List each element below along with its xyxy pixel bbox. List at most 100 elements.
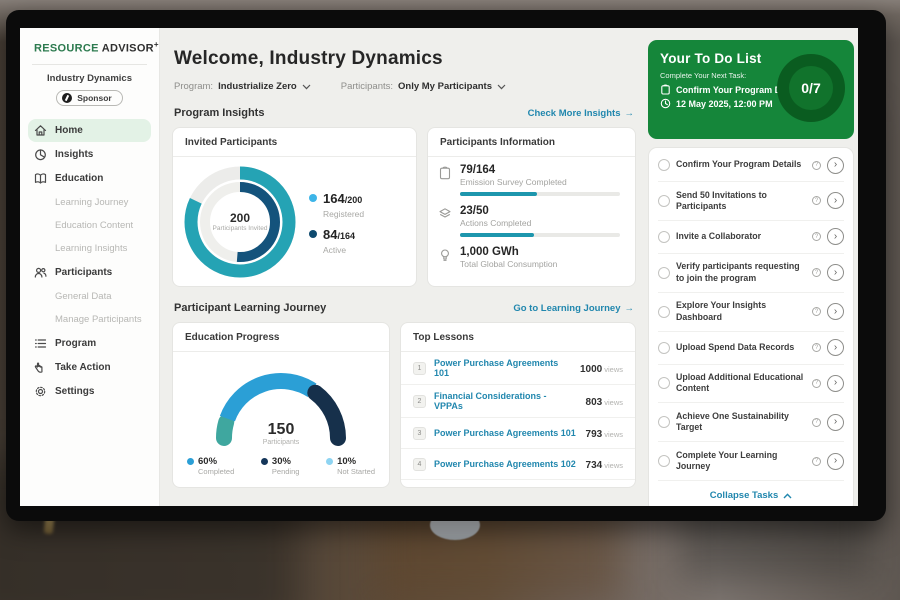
task-checkbox[interactable] <box>658 231 670 243</box>
lesson-link[interactable]: Power Purchase Agreements 102 <box>434 459 578 469</box>
task-open-button[interactable]: › <box>827 192 844 209</box>
chevron-down-icon <box>302 84 311 90</box>
dashboard-screen: RESOURCE ADVISOR+ Industry Dynamics Spon… <box>20 28 858 506</box>
legend-registered: 164/200 Registered <box>309 190 364 219</box>
task-item[interactable]: Complete Your Learning Journey ? › <box>658 442 844 481</box>
todo-progress-count: 0/7 <box>777 54 845 122</box>
sidebar-item-take-action[interactable]: Take Action <box>28 356 151 379</box>
task-item[interactable]: Send 50 Invitations to Participants ? › <box>658 182 844 221</box>
lesson-row[interactable]: 3 Power Purchase Agreements 101 793views <box>401 418 635 449</box>
program-label: Program: <box>174 81 213 92</box>
sidebar-item-education[interactable]: Education <box>28 167 151 190</box>
organization-name: Industry Dynamics <box>20 73 159 84</box>
filter-bar: Program: Industrialize Zero Participants… <box>174 81 636 92</box>
task-open-button[interactable]: › <box>827 375 844 392</box>
chevron-up-icon <box>783 493 792 499</box>
actions-progress-bar <box>460 233 620 237</box>
sponsor-label: Sponsor <box>77 93 111 103</box>
task-item[interactable]: Confirm Your Program Details ? › <box>658 149 844 182</box>
task-open-button[interactable]: › <box>827 303 844 320</box>
todo-panel: Your To Do List Complete Your Next Task:… <box>648 28 854 506</box>
hand-action-icon <box>34 361 47 374</box>
top-lessons-card: Top Lessons 1 Power Purchase Agreements … <box>400 322 636 488</box>
lesson-row[interactable]: 5 Power Purchase Agreements 103 600views <box>401 480 635 488</box>
home-icon <box>34 124 47 137</box>
task-open-button[interactable]: › <box>827 228 844 245</box>
registered-dot-icon <box>309 194 317 202</box>
sidebar-item-manage-participants[interactable]: Manage Participants <box>28 308 151 331</box>
people-icon <box>34 266 47 279</box>
task-checkbox[interactable] <box>658 267 670 279</box>
task-item[interactable]: Explore Your Insights Dashboard ? › <box>658 293 844 332</box>
go-to-learning-journey-link[interactable]: Go to Learning Journey → <box>513 303 634 314</box>
sidebar-nav: Home Insights Education Learning Journey… <box>20 119 159 403</box>
section-title: Program Insights <box>174 107 264 119</box>
task-open-button[interactable]: › <box>827 339 844 356</box>
emission-progress-bar <box>460 192 620 196</box>
task-checkbox[interactable] <box>658 195 670 207</box>
rank-badge: 1 <box>413 362 426 375</box>
lightbulb-icon <box>438 248 452 262</box>
learning-journey-header: Participant Learning Journey Go to Learn… <box>174 302 634 314</box>
book-icon <box>34 172 47 185</box>
sidebar-item-participants[interactable]: Participants <box>28 261 151 284</box>
task-checkbox[interactable] <box>658 377 670 389</box>
chevron-down-icon <box>497 84 506 90</box>
stat-actions-completed: 23/50 Actions Completed <box>438 205 621 237</box>
task-checkbox[interactable] <box>658 159 670 171</box>
todo-summary-card: Your To Do List Complete Your Next Task:… <box>648 40 854 139</box>
participants-label: Participants: <box>341 81 393 92</box>
task-item[interactable]: Upload Additional Educational Content ? … <box>658 365 844 404</box>
lesson-row[interactable]: 4 Power Purchase Agreements 102 734views <box>401 449 635 480</box>
stat-emission-survey: 79/164 Emission Survey Completed <box>438 164 621 196</box>
task-item[interactable]: Upload Spend Data Records ? › <box>658 332 844 365</box>
gauge-center-value: 150 <box>206 421 356 439</box>
sidebar-item-learning-journey[interactable]: Learning Journey <box>28 191 151 214</box>
participants-select[interactable]: Participants: Only My Participants <box>341 81 506 92</box>
program-select[interactable]: Program: Industrialize Zero <box>174 81 311 92</box>
tasks-list-card: Confirm Your Program Details ? › Send 50… <box>648 147 854 506</box>
sidebar-item-education-content[interactable]: Education Content <box>28 214 151 237</box>
task-open-button[interactable]: › <box>827 453 844 470</box>
sidebar-item-learning-insights[interactable]: Learning Insights <box>28 237 151 260</box>
task-item[interactable]: Verify participants requesting to join t… <box>658 254 844 293</box>
gauge-center-label: Participants <box>206 439 356 446</box>
app-logo[interactable]: RESOURCE ADVISOR+ <box>20 28 159 55</box>
lesson-link[interactable]: Power Purchase Agreements 101 <box>434 428 578 438</box>
divider <box>32 64 147 65</box>
legend-completed: 60% Completed <box>187 456 234 476</box>
sidebar-item-settings[interactable]: Settings <box>28 380 151 403</box>
todo-progress-ring: 0/7 <box>777 54 845 122</box>
task-item[interactable]: Achieve One Sustainability Target ? › <box>658 403 844 442</box>
sidebar-item-general-data[interactable]: General Data <box>28 285 151 308</box>
insights-cards-row: Invited Participants 200 Partic <box>172 127 636 287</box>
collapse-tasks-link[interactable]: Collapse Tasks <box>658 481 844 506</box>
sponsor-badge[interactable]: Sponsor <box>56 90 122 106</box>
monitor-bezel: RESOURCE ADVISOR+ Industry Dynamics Spon… <box>6 10 886 521</box>
donut-center-label: Participants Invited <box>211 225 269 233</box>
task-open-button[interactable]: › <box>827 157 844 174</box>
stat-global-consumption: 1,000 GWh Total Global Consumption <box>438 246 621 269</box>
education-gauge-chart: 150 Participants <box>206 362 356 446</box>
actions-icon <box>438 207 452 221</box>
lesson-row[interactable]: 2 Financial Considerations - VPPAs 803vi… <box>401 385 635 418</box>
sidebar-item-home[interactable]: Home <box>28 119 151 142</box>
lesson-link[interactable]: Power Purchase Agreements 101 <box>434 358 572 378</box>
task-checkbox[interactable] <box>658 306 670 318</box>
clipboard-icon <box>660 84 671 95</box>
list-icon <box>34 337 47 350</box>
task-item[interactable]: Invite a Collaborator ? › <box>658 221 844 254</box>
gauge-legend: 60% Completed 30% Pending 10% Not Starte… <box>173 446 389 476</box>
check-more-insights-link[interactable]: Check More Insights → <box>528 108 634 119</box>
info-icon: ? <box>812 418 821 427</box>
task-checkbox[interactable] <box>658 455 670 467</box>
task-open-button[interactable]: › <box>827 414 844 431</box>
learning-cards-row: Education Progress 150 Participants <box>172 322 636 488</box>
sidebar-item-insights[interactable]: Insights <box>28 143 151 166</box>
task-open-button[interactable]: › <box>827 264 844 281</box>
task-checkbox[interactable] <box>658 416 670 428</box>
sidebar-item-program[interactable]: Program <box>28 332 151 355</box>
lesson-row[interactable]: 1 Power Purchase Agreements 101 1000view… <box>401 352 635 385</box>
task-checkbox[interactable] <box>658 342 670 354</box>
lesson-link[interactable]: Financial Considerations - VPPAs <box>434 391 578 411</box>
